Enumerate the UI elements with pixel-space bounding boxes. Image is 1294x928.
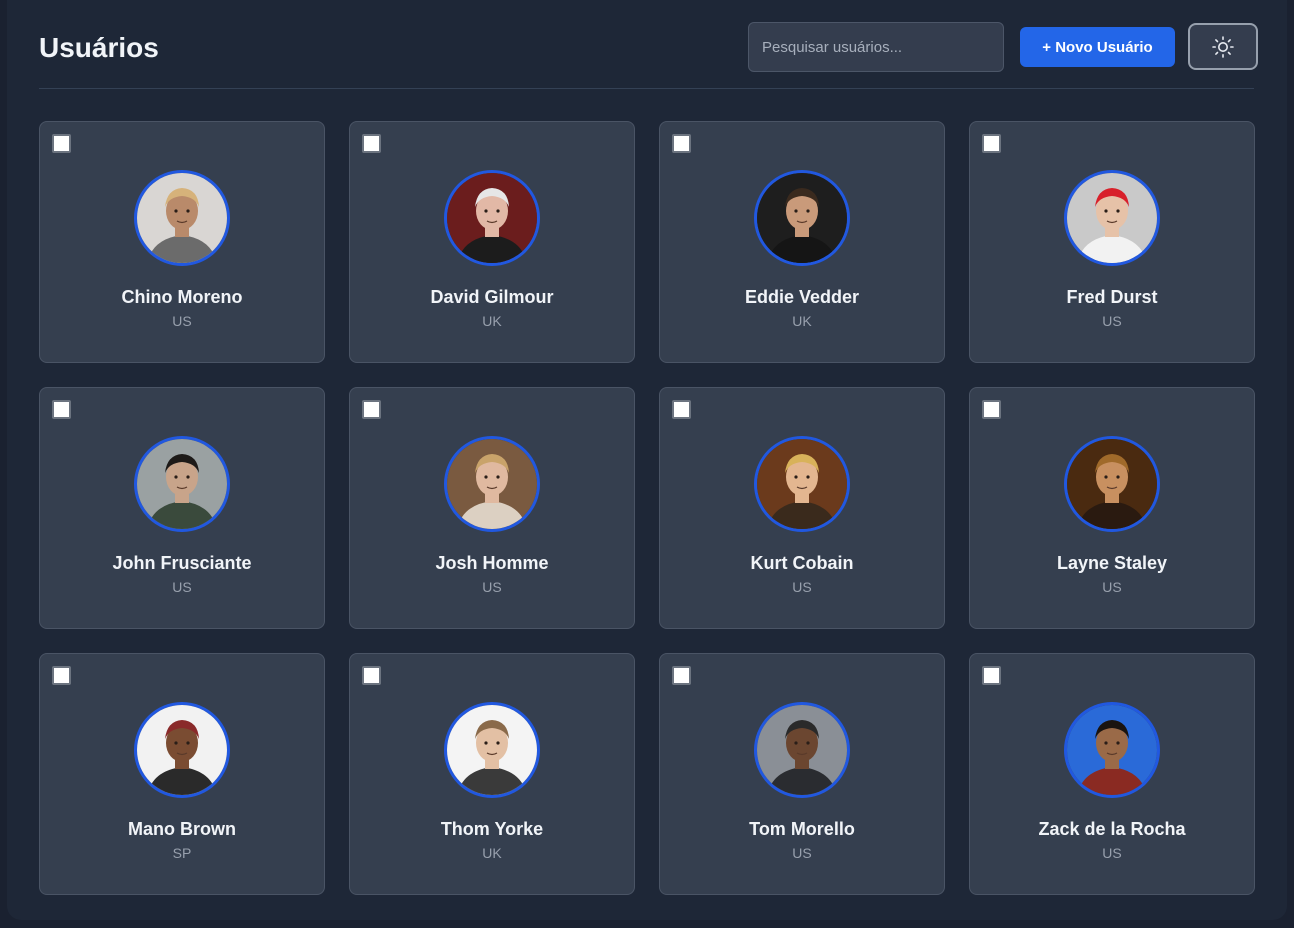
select-checkbox[interactable] — [52, 134, 71, 153]
avatar — [754, 170, 850, 266]
avatar — [444, 702, 540, 798]
user-card[interactable]: Chino Moreno US — [39, 121, 325, 363]
user-card[interactable]: Zack de la Rocha US — [969, 653, 1255, 895]
user-name: Zack de la Rocha — [1038, 819, 1186, 839]
user-name: David Gilmour — [430, 287, 554, 307]
user-name: Chino Moreno — [121, 287, 243, 307]
users-panel: Usuários + Novo Usuário Chino Moreno US Da… — [7, 0, 1287, 920]
select-checkbox[interactable] — [362, 134, 381, 153]
user-country: UK — [482, 845, 502, 861]
select-checkbox[interactable] — [52, 400, 71, 419]
user-name: Eddie Vedder — [744, 287, 860, 307]
avatar — [754, 702, 850, 798]
user-country: US — [1102, 845, 1122, 861]
avatar — [1064, 702, 1160, 798]
user-card[interactable]: Thom Yorke UK — [349, 653, 635, 895]
search-input[interactable] — [748, 22, 1004, 72]
user-name: Thom Yorke — [440, 819, 544, 839]
select-checkbox[interactable] — [672, 400, 691, 419]
user-country: SP — [172, 845, 192, 861]
page-title: Usuários — [39, 32, 159, 63]
user-country: US — [792, 579, 812, 595]
select-checkbox[interactable] — [362, 400, 381, 419]
user-name: John Frusciante — [112, 553, 252, 573]
user-card[interactable]: Kurt Cobain US — [659, 387, 945, 629]
select-checkbox[interactable] — [982, 400, 1001, 419]
select-checkbox[interactable] — [362, 666, 381, 685]
user-country: US — [482, 579, 502, 595]
user-card[interactable]: Fred Durst US — [969, 121, 1255, 363]
avatar — [754, 436, 850, 532]
user-country: US — [172, 579, 192, 595]
user-country: US — [792, 845, 812, 861]
select-checkbox[interactable] — [982, 666, 1001, 685]
user-card[interactable]: Tom Morello US — [659, 653, 945, 895]
sun-icon — [1212, 35, 1234, 58]
user-country: US — [1102, 579, 1122, 595]
user-country: UK — [792, 313, 812, 329]
avatar — [134, 702, 230, 798]
new-user-button[interactable]: + Novo Usuário — [1020, 27, 1175, 67]
avatar — [1064, 436, 1160, 532]
select-checkbox[interactable] — [672, 134, 691, 153]
page-header: Usuários + Novo Usuário — [39, 0, 1258, 89]
user-card[interactable]: John Frusciante US — [39, 387, 325, 629]
avatar — [444, 170, 540, 266]
avatar — [134, 170, 230, 266]
user-card[interactable]: Eddie Vedder UK — [659, 121, 945, 363]
avatar — [444, 436, 540, 532]
user-name: Mano Brown — [128, 819, 236, 839]
user-name: Kurt Cobain — [750, 553, 854, 573]
user-country: US — [1102, 313, 1122, 329]
user-card[interactable]: David Gilmour UK — [349, 121, 635, 363]
user-card[interactable]: Layne Staley US — [969, 387, 1255, 629]
select-checkbox[interactable] — [672, 666, 691, 685]
theme-toggle-button[interactable] — [1188, 23, 1258, 70]
select-checkbox[interactable] — [982, 134, 1001, 153]
user-name: Layne Staley — [1056, 553, 1168, 573]
user-name: Fred Durst — [1066, 287, 1158, 307]
user-name: Josh Homme — [435, 553, 549, 573]
avatar — [134, 436, 230, 532]
user-country: US — [172, 313, 192, 329]
select-checkbox[interactable] — [52, 666, 71, 685]
avatar — [1064, 170, 1160, 266]
user-country: UK — [482, 313, 502, 329]
user-name: Tom Morello — [749, 819, 855, 839]
user-card[interactable]: Mano Brown SP — [39, 653, 325, 895]
user-card[interactable]: Josh Homme US — [349, 387, 635, 629]
